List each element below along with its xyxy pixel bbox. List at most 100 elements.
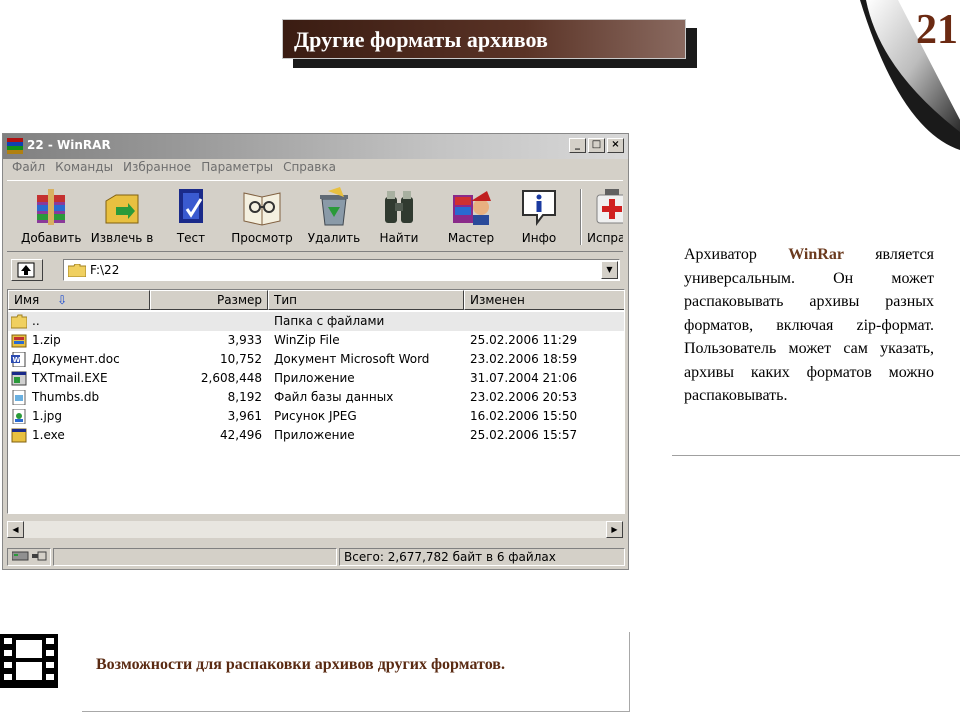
menu-favorites[interactable]: Избранное	[118, 160, 196, 174]
wizard-icon	[451, 185, 491, 227]
file-type: Приложение	[274, 371, 355, 385]
test-button[interactable]: Тест	[167, 185, 215, 249]
repair-icon	[593, 185, 623, 227]
file-modified: 16.02.2006 15:50	[470, 409, 578, 423]
status-bar: Всего: 2,677,782 байт в 6 файлах	[7, 547, 625, 567]
file-name: 1.zip	[32, 333, 61, 347]
find-button[interactable]: Найти	[377, 185, 421, 249]
page-number: 21	[916, 7, 958, 53]
file-modified: 25.02.2006 11:29	[470, 333, 578, 347]
file-type: Документ Microsoft Word	[274, 352, 430, 366]
file-modified: 25.02.2006 15:57	[470, 428, 578, 442]
description-divider	[672, 455, 960, 456]
list-header: Имя ⇩ Размер Тип Изменен	[8, 290, 624, 310]
up-folder-button[interactable]	[11, 259, 43, 281]
close-button[interactable]: ×	[607, 138, 624, 153]
file-modified: 31.07.2004 21:06	[470, 371, 578, 385]
file-type: Папка с файлами	[274, 314, 385, 328]
file-name: 1.jpg	[32, 409, 63, 423]
find-icon	[379, 185, 419, 227]
file-row[interactable]: W Документ.doc 10,752 Документ Microsoft…	[8, 350, 624, 369]
window-title: 22 - WinRAR	[27, 138, 111, 152]
file-type: Приложение	[274, 428, 355, 442]
slide-title: Другие форматы архивов	[294, 27, 548, 52]
file-modified: 23.02.2006 18:59	[470, 352, 578, 366]
column-modified[interactable]: Изменен	[464, 290, 624, 310]
zip-icon	[11, 334, 27, 348]
menu-file[interactable]: Файл	[7, 160, 50, 174]
path-combobox[interactable]: F:\22 ▼	[63, 259, 620, 281]
file-type: Рисунок JPEG	[274, 409, 357, 423]
file-row[interactable]: 1.exe 42,496 Приложение 25.02.2006 15:57	[8, 426, 624, 445]
test-icon	[171, 185, 211, 227]
toolbar: Добавить Извлечь в Тест Просмотр Удалить	[7, 180, 623, 252]
delete-button[interactable]: Удалить	[305, 185, 363, 249]
slide-title-box: Другие форматы архивов	[282, 19, 686, 59]
file-size: 3,961	[227, 409, 262, 423]
up-arrow-icon	[17, 262, 35, 278]
current-path: F:\22	[90, 263, 120, 277]
toolbar-separator	[580, 189, 582, 245]
column-size[interactable]: Размер	[150, 290, 268, 310]
file-name: ..	[32, 314, 40, 328]
repair-label: Испра	[587, 231, 623, 245]
delete-label: Удалить	[307, 231, 361, 245]
file-row-parent[interactable]: .. Папка с файлами	[8, 312, 624, 331]
file-name: 1.exe	[32, 428, 65, 442]
file-row[interactable]: TXTmail.EXE 2,608,448 Приложение 31.07.2…	[8, 369, 624, 388]
menu-commands[interactable]: Команды	[50, 160, 118, 174]
file-row[interactable]: 1.zip 3,933 WinZip File 25.02.2006 11:29	[8, 331, 624, 350]
add-button[interactable]: Добавить	[21, 185, 81, 249]
view-label: Просмотр	[231, 231, 293, 245]
file-name: Thumbs.db	[32, 390, 100, 404]
repair-button[interactable]: Испра	[587, 185, 623, 249]
file-size: 10,752	[220, 352, 262, 366]
info-button[interactable]: Инфо	[517, 185, 561, 249]
word-doc-icon: W	[11, 352, 26, 367]
menu-options[interactable]: Параметры	[196, 160, 278, 174]
minimize-button[interactable]: _	[569, 138, 586, 153]
menu-help[interactable]: Справка	[278, 160, 341, 174]
folder-icon	[68, 264, 86, 277]
scroll-left-icon[interactable]: ◀	[7, 521, 24, 538]
sort-arrow-icon: ⇩	[57, 293, 68, 307]
file-name: TXTmail.EXE	[32, 371, 108, 385]
menu-bar: Файл Команды Избранное Параметры Справка	[7, 160, 341, 174]
file-row[interactable]: 1.jpg 3,961 Рисунок JPEG 16.02.2006 15:5…	[8, 407, 624, 426]
file-size: 2,608,448	[200, 371, 262, 385]
address-bar: F:\22 ▼	[7, 256, 623, 284]
file-size: 8,192	[227, 390, 262, 404]
file-size: 42,496	[220, 428, 262, 442]
extract-button[interactable]: Извлечь в	[89, 185, 155, 249]
slide-caption: Возможности для распаковки архивов други…	[96, 656, 505, 673]
view-button[interactable]: Просмотр	[231, 185, 293, 249]
status-selection	[53, 548, 337, 566]
db-icon	[12, 390, 26, 405]
maximize-button[interactable]: □	[588, 138, 605, 153]
scroll-right-icon[interactable]: ▶	[606, 521, 623, 538]
file-type: WinZip File	[274, 333, 340, 347]
winrar-window: 22 - WinRAR _ □ × Файл Команды Избранное…	[2, 133, 629, 570]
horizontal-scrollbar[interactable]: ◀ ▶	[7, 521, 623, 538]
extract-icon	[102, 185, 142, 227]
file-row[interactable]: Thumbs.db 8,192 Файл базы данных 23.02.2…	[8, 388, 624, 407]
wizard-button[interactable]: Мастер	[443, 185, 499, 249]
test-label: Тест	[176, 231, 206, 245]
exe-icon	[11, 371, 27, 386]
status-total: Всего: 2,677,782 байт в 6 файлах	[339, 548, 625, 566]
chevron-down-icon[interactable]: ▼	[601, 261, 618, 279]
info-icon	[519, 185, 559, 227]
add-archive-icon	[31, 185, 71, 227]
winrar-highlight: WinRar	[788, 246, 844, 263]
film-strip-icon	[0, 634, 58, 688]
find-label: Найти	[379, 231, 419, 245]
file-list: Имя ⇩ Размер Тип Изменен .. Папка с файл…	[7, 289, 625, 514]
file-size: 3,933	[227, 333, 262, 347]
wizard-label: Мастер	[447, 231, 495, 245]
window-titlebar[interactable]: 22 - WinRAR _ □ ×	[3, 134, 628, 159]
column-type[interactable]: Тип	[268, 290, 464, 310]
window-controls: _ □ ×	[569, 138, 624, 153]
file-type: Файл базы данных	[274, 390, 394, 404]
description-text: Архиватор WinRar является универсальным.…	[684, 246, 934, 404]
column-name[interactable]: Имя ⇩	[8, 290, 150, 310]
